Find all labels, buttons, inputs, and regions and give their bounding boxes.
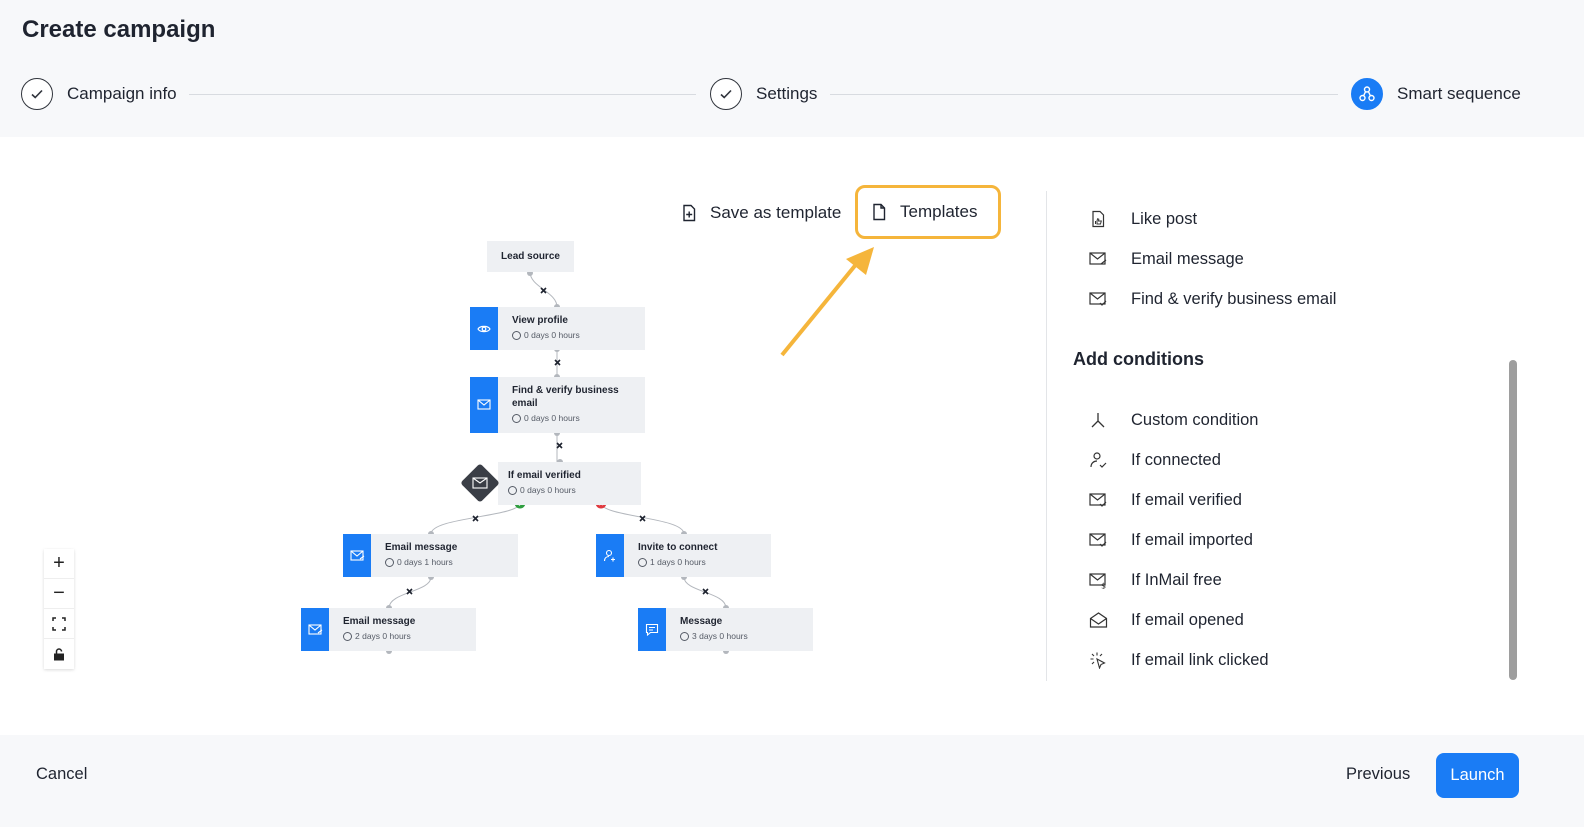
check-icon (710, 78, 742, 110)
node-title: Email message (343, 616, 416, 627)
sidebar-divider (1046, 191, 1047, 681)
fit-view-button[interactable] (44, 609, 74, 639)
condition-if-connected[interactable]: If connected (1088, 450, 1221, 470)
node-title: Email message (385, 542, 458, 553)
clock-icon (512, 413, 521, 423)
node-delay: 1 days 0 hours (650, 557, 706, 567)
conditions-heading: Add conditions (1073, 349, 1204, 369)
node-invite-to-connect[interactable]: Invite to connect 1 days 0 hours (596, 534, 771, 577)
condition-if-email-imported[interactable]: If email imported (1088, 530, 1253, 550)
mail-check-icon (470, 377, 498, 433)
node-title: View profile (512, 315, 568, 326)
node-delay: 0 days 1 hours (397, 557, 453, 567)
condition-if-inmail-free[interactable]: $ If InMail free (1088, 570, 1222, 590)
clock-icon (385, 557, 394, 567)
lock-icon (54, 647, 64, 660)
step-smart-sequence[interactable]: Smart sequence (1351, 78, 1521, 110)
click-icon (1088, 650, 1108, 670)
node-message[interactable]: Message 3 days 0 hours (638, 608, 813, 651)
sequence-canvas[interactable]: Save as template Templates Lead source V… (0, 137, 1046, 735)
lead-source-node[interactable]: Lead source (487, 241, 574, 272)
previous-button[interactable]: Previous (1346, 765, 1410, 784)
svg-text:$: $ (1101, 581, 1106, 589)
clock-icon (508, 485, 517, 495)
cancel-button[interactable]: Cancel (36, 765, 87, 784)
user-add-icon (596, 534, 624, 577)
page-title: Create campaign (22, 16, 216, 43)
node-email-message[interactable]: Email message 0 days 1 hours (343, 534, 518, 577)
node-delay: 2 days 0 hours (355, 631, 411, 641)
mail-send-icon (301, 608, 329, 651)
node-delay: 0 days 0 hours (520, 485, 576, 495)
step-settings[interactable]: Settings (710, 78, 817, 110)
condition-label: If email imported (1131, 530, 1253, 549)
branch-icon (1088, 410, 1108, 430)
mail-send-icon (1088, 249, 1108, 269)
node-delay: 0 days 0 hours (524, 330, 580, 340)
node-title: Find & verify business (512, 385, 619, 396)
action-email-message[interactable]: Email message (1088, 249, 1244, 269)
step-connector (189, 94, 696, 95)
launch-button[interactable]: Launch (1436, 753, 1519, 798)
clock-icon (680, 631, 689, 641)
condition-diamond-icon (461, 464, 499, 502)
action-label: Email message (1131, 249, 1244, 268)
condition-if-email-verified[interactable]: If email verified (1088, 490, 1242, 510)
mail-dollar-icon: $ (1088, 570, 1108, 590)
step-label: Settings (756, 84, 818, 103)
eye-icon (470, 307, 498, 350)
action-like-post[interactable]: Like post (1088, 209, 1197, 229)
fit-view-icon (52, 616, 66, 631)
condition-label: If email verified (1131, 490, 1242, 509)
sequence-icon (1351, 78, 1383, 110)
mail-check-icon (1088, 530, 1108, 550)
like-post-icon (1088, 209, 1108, 229)
mail-check-icon (1088, 490, 1108, 510)
user-check-icon (1088, 450, 1108, 470)
minus-icon: − (53, 582, 65, 604)
condition-label: If email link clicked (1131, 650, 1269, 669)
chat-icon (638, 608, 666, 651)
condition-label: Custom condition (1131, 410, 1259, 429)
node-email-message[interactable]: Email message 2 days 0 hours (301, 608, 476, 651)
action-find-verify-email[interactable]: Find & verify business email (1088, 289, 1336, 309)
condition-label: If InMail free (1131, 570, 1222, 589)
node-title: If email verified (508, 470, 581, 481)
node-title-line2: email (512, 398, 538, 409)
lock-button[interactable] (44, 639, 74, 669)
step-connector (830, 94, 1338, 95)
node-title: Message (680, 616, 723, 627)
page-footer: Cancel Previous Launch (0, 735, 1584, 827)
zoom-in-button[interactable]: + (44, 549, 74, 579)
clock-icon (512, 330, 521, 340)
check-icon (21, 78, 53, 110)
page-header: Create campaign Campaign info Settings S… (0, 0, 1584, 137)
zoom-out-button[interactable]: − (44, 579, 74, 609)
action-label: Find & verify business email (1131, 289, 1337, 308)
clock-icon (343, 631, 352, 641)
node-view-profile[interactable]: View profile 0 days 0 hours (470, 307, 645, 350)
mail-send-icon (343, 534, 371, 577)
condition-label: If email opened (1131, 610, 1244, 629)
condition-label: If connected (1131, 450, 1221, 469)
step-label: Campaign info (67, 84, 177, 103)
condition-if-email-link-clicked[interactable]: If email link clicked (1088, 650, 1269, 670)
node-find-verify-email[interactable]: Find & verify business email 0 days 0 ho… (470, 377, 645, 433)
flow-connectors (386, 270, 729, 654)
step-campaign-info[interactable]: Campaign info (21, 78, 177, 110)
step-label: Smart sequence (1397, 84, 1521, 103)
condition-custom[interactable]: Custom condition (1088, 410, 1258, 430)
node-title: Invite to connect (638, 542, 718, 553)
mail-check-icon (1088, 289, 1108, 309)
sidebar-scrollbar[interactable] (1509, 360, 1517, 680)
node-delay: 0 days 0 hours (524, 413, 580, 423)
clock-icon (638, 557, 647, 567)
node-if-email-verified[interactable]: If email verified 0 days 0 hours (498, 462, 641, 505)
condition-if-email-opened[interactable]: If email opened (1088, 610, 1244, 630)
action-label: Like post (1131, 209, 1198, 228)
mail-open-icon (1088, 610, 1108, 630)
plus-icon: + (53, 552, 65, 574)
node-delay: 3 days 0 hours (692, 631, 748, 641)
zoom-controls: + − (44, 549, 74, 669)
